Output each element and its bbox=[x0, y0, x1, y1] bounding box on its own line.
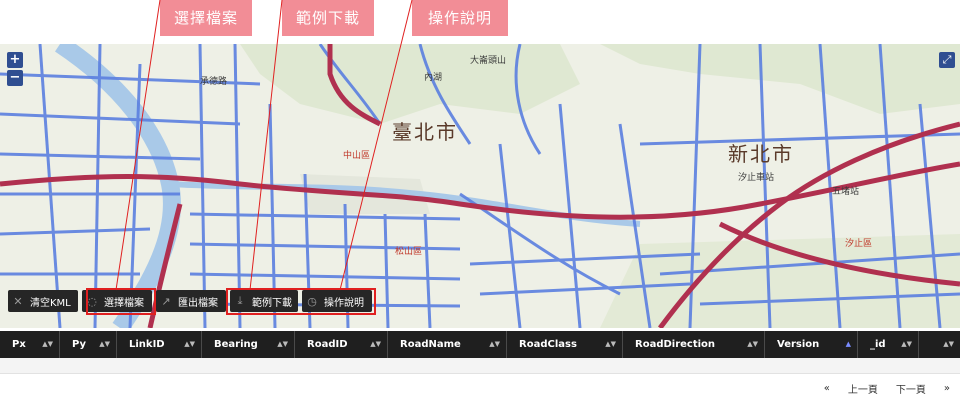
sort-icon: ▲▼ bbox=[605, 340, 616, 348]
folder-icon: ◌ bbox=[87, 294, 97, 308]
choose-file-label: 選擇檔案 bbox=[104, 297, 144, 309]
next-page-button[interactable]: 下一頁 bbox=[896, 381, 926, 396]
callout-choose-file: 選擇檔案 bbox=[160, 0, 252, 36]
column-header-px[interactable]: Px ▲▼ bbox=[0, 331, 60, 358]
zoom-in-button[interactable]: + bbox=[7, 52, 23, 68]
column-header-roadid[interactable]: RoadID ▲▼ bbox=[295, 331, 388, 358]
sort-icon: ▲▼ bbox=[943, 340, 954, 348]
label-new-taipei: 新北市 bbox=[728, 142, 794, 166]
column-header-roaddirection[interactable]: RoadDirection ▲▼ bbox=[623, 331, 765, 358]
prev-page-button[interactable]: 上一頁 bbox=[848, 381, 878, 396]
sort-icon: ▲▼ bbox=[370, 340, 381, 348]
choose-file-button[interactable]: ◌ 選擇檔案 bbox=[82, 290, 152, 312]
label-dajianshan: 大崙頭山 bbox=[470, 56, 507, 66]
road-network bbox=[0, 44, 960, 328]
map-view[interactable]: 臺北市 新北市 中山區 松山區 汐止區 大崙頭山 內湖 承德路 汐止車站 五堵站 bbox=[0, 44, 960, 328]
label-xizhi: 汐止區 bbox=[845, 239, 873, 249]
callout-instructions: 操作說明 bbox=[412, 0, 508, 36]
label-wuding: 五堵站 bbox=[832, 187, 860, 197]
callout-sample-download: 範例下載 bbox=[282, 0, 374, 36]
sort-asc-icon: ▲ bbox=[845, 340, 851, 348]
sample-download-button[interactable]: ⤓ 範例下載 bbox=[230, 290, 298, 312]
sort-icon: ▲▼ bbox=[184, 340, 195, 348]
label-zhongshan: 中山區 bbox=[343, 151, 371, 161]
last-page-button[interactable]: » bbox=[944, 383, 950, 394]
sort-icon: ▲▼ bbox=[277, 340, 288, 348]
column-header-version[interactable]: Version ▲ bbox=[765, 331, 858, 358]
column-header-bearing[interactable]: Bearing ▲▼ bbox=[202, 331, 295, 358]
instructions-label: 操作說明 bbox=[324, 297, 364, 309]
fullscreen-button[interactable]: ⤢ bbox=[939, 52, 955, 68]
sort-icon: ▲▼ bbox=[42, 340, 53, 348]
first-page-button[interactable]: « bbox=[824, 383, 830, 394]
label-songshan: 松山區 bbox=[395, 247, 423, 257]
label-taipei: 臺北市 bbox=[392, 120, 458, 144]
sort-icon: ▲▼ bbox=[901, 340, 912, 348]
export-file-label: 匯出檔案 bbox=[178, 297, 218, 309]
sort-icon: ▲▼ bbox=[489, 340, 500, 348]
pagination: « 上一頁 下一頁 » bbox=[806, 380, 950, 396]
instructions-button[interactable]: ◷ 操作說明 bbox=[302, 290, 372, 312]
column-header-extra[interactable]: ▲▼ bbox=[919, 331, 960, 358]
export-file-button[interactable]: ↗ 匯出檔案 bbox=[156, 290, 226, 312]
sort-icon: ▲▼ bbox=[99, 340, 110, 348]
label-xizhi-station: 汐止車站 bbox=[738, 173, 775, 183]
zoom-out-button[interactable]: − bbox=[7, 70, 23, 86]
help-icon: ◷ bbox=[307, 294, 317, 308]
sample-download-label: 範例下載 bbox=[252, 297, 292, 309]
table-body bbox=[0, 358, 960, 374]
column-header-id[interactable]: _id ▲▼ bbox=[858, 331, 919, 358]
download-icon: ⤓ bbox=[237, 294, 243, 307]
label-chengde: 承德路 bbox=[200, 77, 228, 87]
export-icon: ↗ bbox=[161, 294, 171, 308]
sort-icon: ▲▼ bbox=[747, 340, 758, 348]
column-header-roadclass[interactable]: RoadClass ▲▼ bbox=[507, 331, 623, 358]
column-header-linkid[interactable]: LinkID ▲▼ bbox=[117, 331, 202, 358]
app-root: 選擇檔案 範例下載 操作說明 臺北市 新北市 中山區 松山區 汐止區 大崙頭山 … bbox=[0, 0, 960, 402]
label-neihu: 內湖 bbox=[424, 73, 443, 83]
close-icon: ✕ bbox=[13, 294, 23, 308]
column-header-roadname[interactable]: RoadName ▲▼ bbox=[388, 331, 507, 358]
column-header-py[interactable]: Py ▲▼ bbox=[60, 331, 117, 358]
clear-kml-button[interactable]: ✕ 清空KML bbox=[8, 290, 78, 312]
table-header: Px ▲▼ Py ▲▼ LinkID ▲▼ Bearing ▲▼ RoadID ▲▼ Ro… bbox=[0, 331, 960, 358]
clear-kml-label: 清空KML bbox=[30, 297, 71, 309]
